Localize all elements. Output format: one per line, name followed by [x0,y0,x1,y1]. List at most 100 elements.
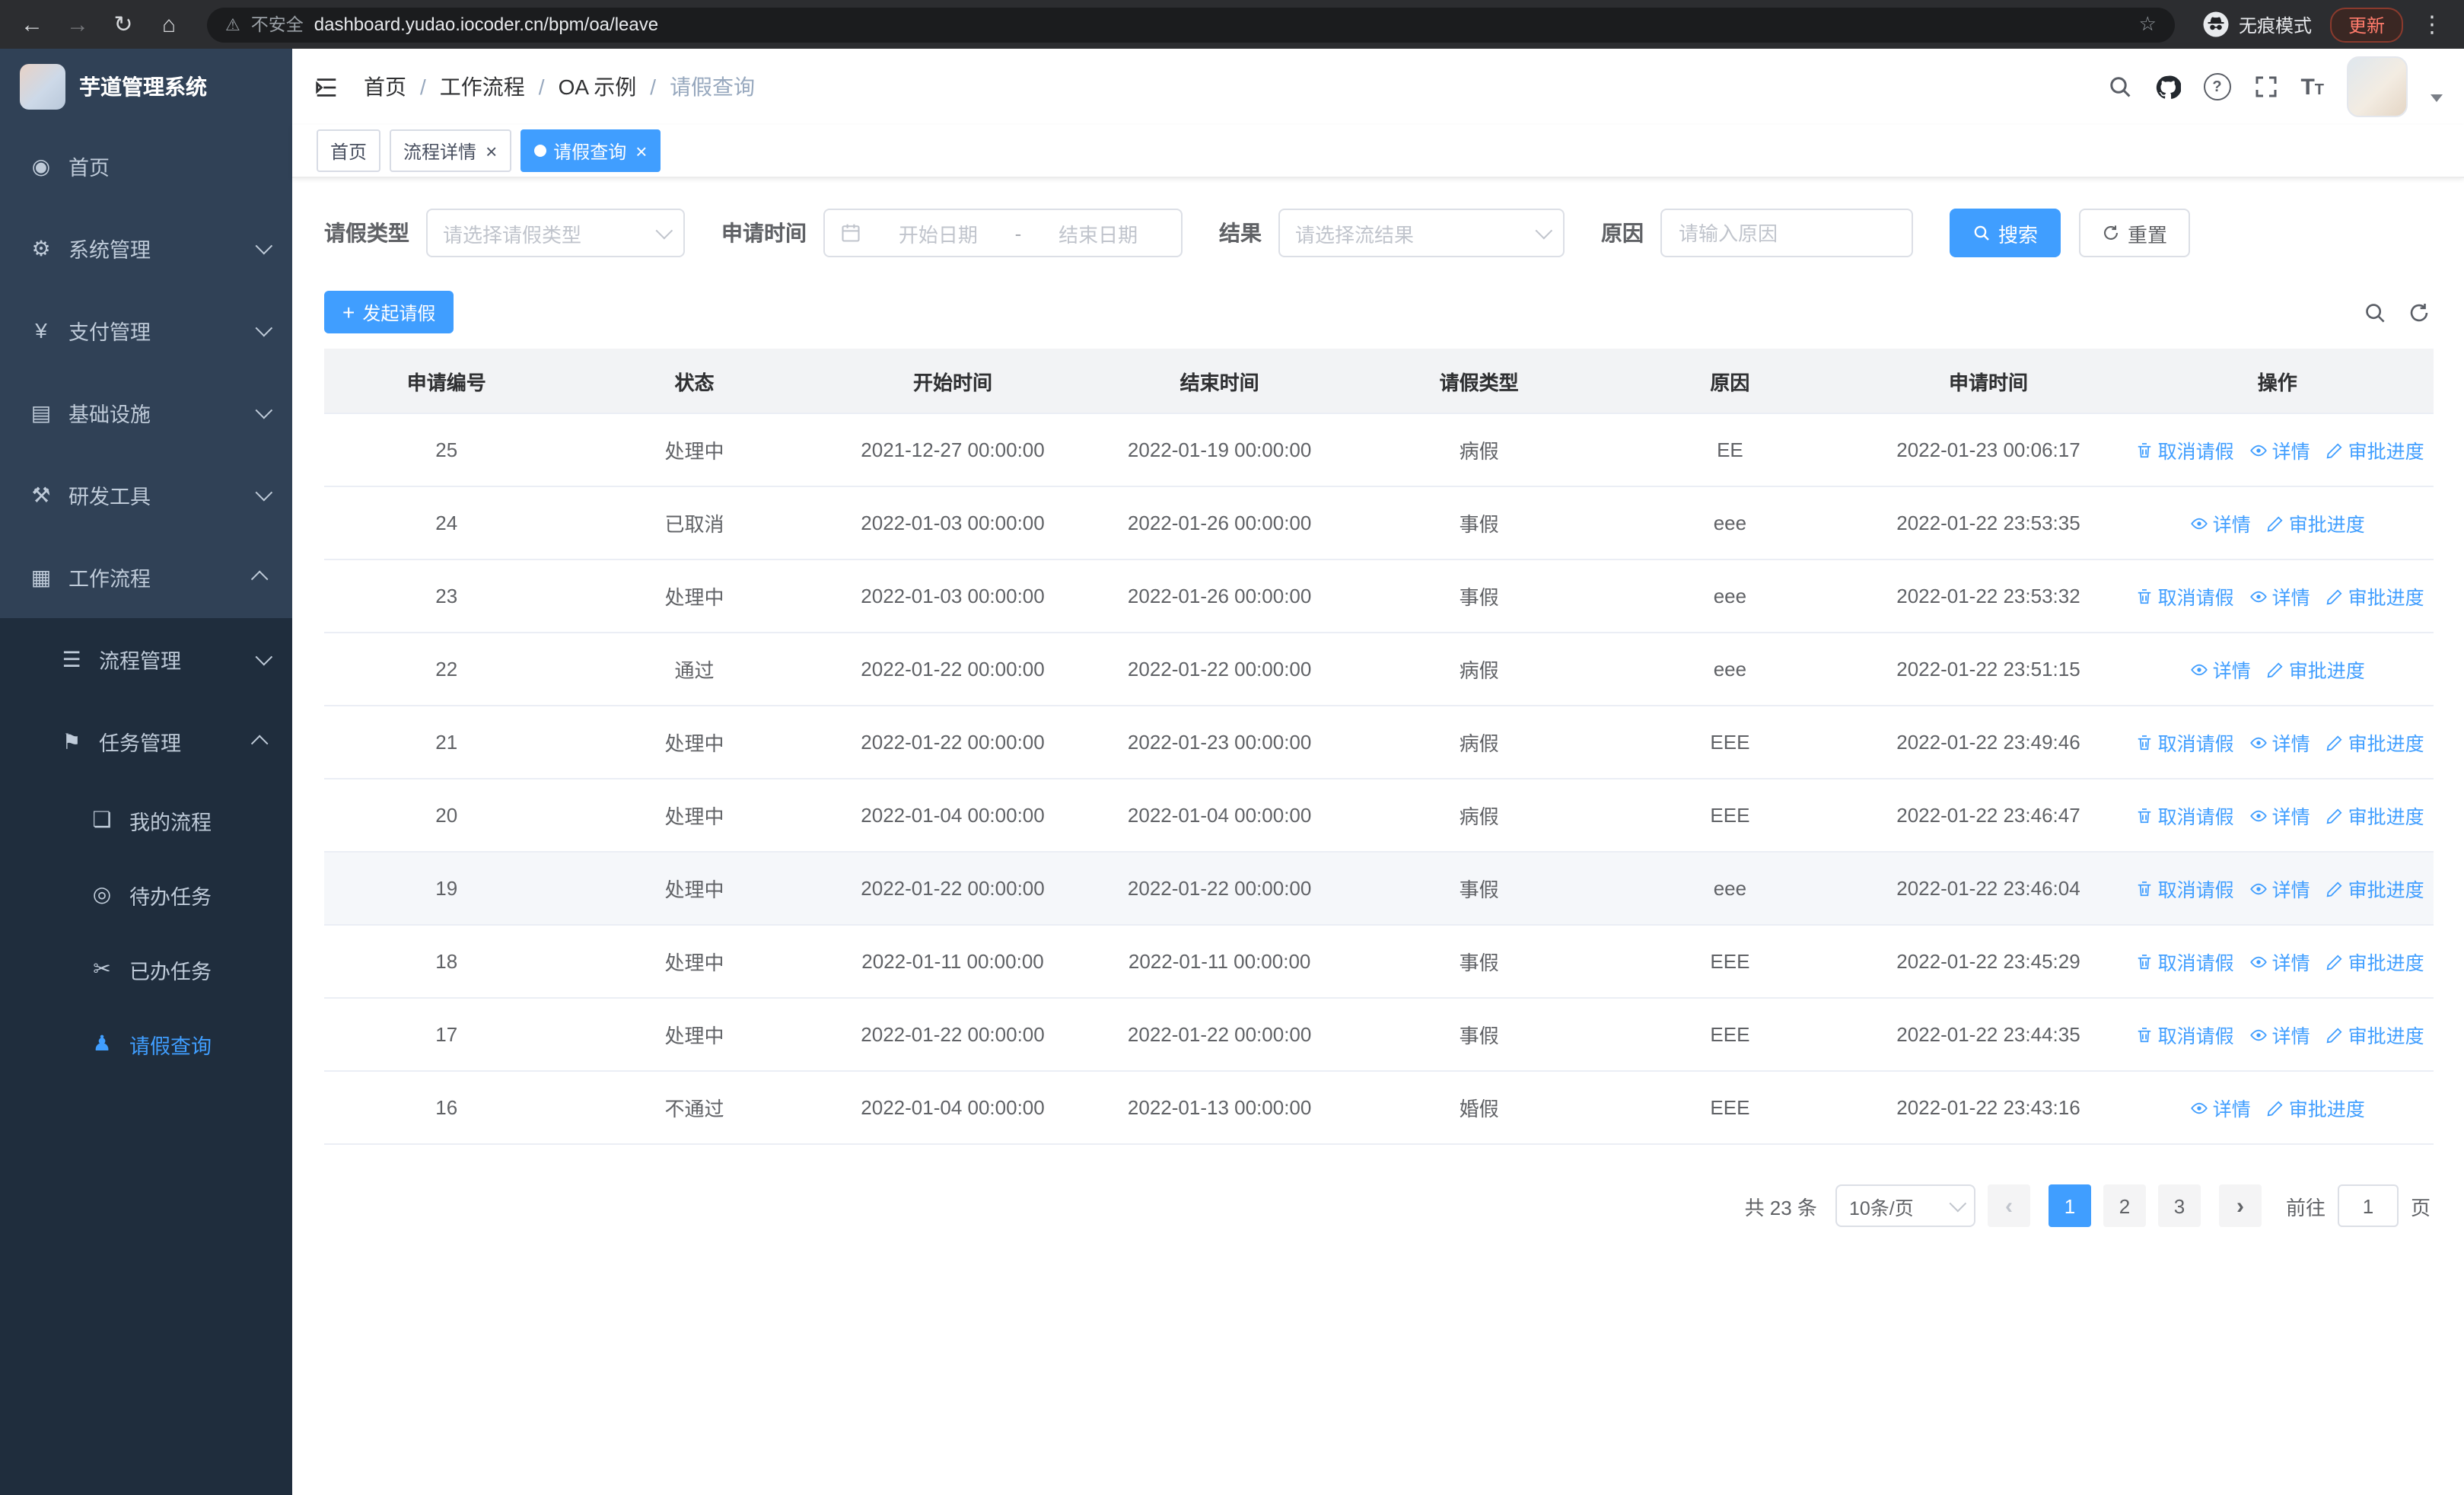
breadcrumb-item[interactable]: 工作流程 [440,72,525,102]
security-warning-icon[interactable]: ⚠ [225,14,240,34]
screen: ← → ↻ ⌂ ⚠ 不安全 dashboard.yudao.iocoder.cn… [0,0,2464,1495]
action-progress[interactable]: 审批进度 [2266,508,2365,537]
user-avatar[interactable] [2347,56,2408,117]
reload-icon[interactable]: ↻ [107,11,140,38]
goto-page-input[interactable] [2337,1184,2399,1227]
table-row: 23 处理中 2022-01-03 00:00:00 2022-01-26 00:00… [324,559,2434,633]
browser-menu-icon[interactable]: ⋮ [2415,11,2449,38]
tab-首页[interactable]: 首页 [317,129,381,172]
cell-actions: 详情 审批进度 [2121,486,2434,560]
view-icon [2190,1098,2208,1117]
action-cancel[interactable]: 取消请假 [2135,801,2234,830]
action-cancel[interactable]: 取消请假 [2135,874,2234,903]
next-page-button[interactable]: › [2218,1184,2262,1227]
action-progress[interactable]: 审批进度 [2326,947,2424,976]
tab-请假查询[interactable]: 请假查询 × [520,129,661,172]
github-icon[interactable] [2154,74,2181,100]
sidebar-item-todo-task[interactable]: ◎ 待办任务 [0,857,292,932]
action-detail[interactable]: 详情 [2249,1020,2310,1049]
back-icon[interactable]: ← [15,11,49,37]
forward-icon[interactable]: → [61,11,94,37]
action-detail[interactable]: 详情 [2249,874,2310,903]
close-icon[interactable]: × [485,141,497,161]
action-progress[interactable]: 审批进度 [2326,582,2424,610]
sidebar-item-leave-query[interactable]: ♟ 请假查询 [0,1006,292,1081]
cell-apply_time: 2022-01-22 23:46:04 [1855,852,2122,926]
action-label: 详情 [2212,661,2251,682]
update-button[interactable]: 更新 [2329,7,2403,42]
app-frame: 芋道管理系统 ◉ 首页 ⚙ 系统管理 ¥ 支付管理 ▤ 基础设施 ⚒ 研发工具 ▦ 工作流程 ☰ 流程管理… [0,49,2464,1495]
action-progress[interactable]: 审批进度 [2326,728,2424,757]
sidebar-toggle-icon[interactable] [314,74,339,100]
action-cancel[interactable]: 取消请假 [2135,947,2234,976]
page-button-2[interactable]: 2 [2103,1184,2146,1227]
action-detail[interactable]: 详情 [2249,582,2310,610]
app-logo[interactable]: 芋道管理系统 [0,49,292,125]
sidebar-item-home[interactable]: ◉ 首页 [0,125,292,207]
font-size-icon[interactable]: TT [2300,74,2324,100]
sidebar-item-done-task[interactable]: ✂ 已办任务 [0,932,292,1006]
action-progress[interactable]: 审批进度 [2266,1093,2365,1122]
breadcrumb-item[interactable]: OA 示例 [559,72,637,102]
sidebar-item-payment[interactable]: ¥ 支付管理 [0,289,292,371]
cell-leave_type: 病假 [1353,779,1605,853]
action-detail[interactable]: 详情 [2249,435,2310,464]
sidebar-item-label: 已办任务 [129,960,212,983]
result-select[interactable]: 请选择流结果 [1278,209,1565,257]
tab-流程详情[interactable]: 流程详情 × [390,129,511,172]
page-button-3[interactable]: 3 [2157,1184,2201,1227]
help-icon[interactable]: ? [2203,73,2231,100]
reset-button[interactable]: 重置 [2079,209,2191,257]
bookmark-star-icon[interactable]: ☆ [2139,12,2157,37]
caret-down-icon[interactable] [2431,94,2443,101]
sidebar-item-my-process[interactable]: ❏ 我的流程 [0,783,292,857]
action-cancel[interactable]: 取消请假 [2135,582,2234,610]
prev-page-button[interactable]: ‹ [1987,1184,2030,1227]
action-progress[interactable]: 审批进度 [2326,435,2424,464]
url-text[interactable]: dashboard.yudao.iocoder.cn/bpm/oa/leave [314,14,2128,35]
browser-home-icon[interactable]: ⌂ [152,11,186,37]
sidebar-item-system[interactable]: ⚙ 系统管理 [0,207,292,289]
apply-time-range-picker[interactable]: 开始日期 - 结束日期 [823,209,1183,257]
column-header: 开始时间 [820,349,1086,414]
action-detail[interactable]: 详情 [2249,801,2310,830]
action-progress[interactable]: 审批进度 [2326,801,2424,830]
sidebar-item-process-mgmt[interactable]: ☰ 流程管理 [0,618,292,700]
close-icon[interactable]: × [635,141,647,161]
action-progress[interactable]: 审批进度 [2326,874,2424,903]
action-progress[interactable]: 审批进度 [2326,1020,2424,1049]
leave-type-select[interactable]: 请选择请假类型 [426,209,685,257]
action-detail[interactable]: 详情 [2249,947,2310,976]
tab-label: 流程详情 [403,141,477,162]
sidebar-item-devtools[interactable]: ⚒ 研发工具 [0,454,292,536]
sidebar-item-infrastructure[interactable]: ▤ 基础设施 [0,371,292,454]
page-size-select[interactable]: 10条/页 [1835,1184,1975,1227]
action-detail[interactable]: 详情 [2190,655,2251,684]
security-warning-label[interactable]: 不安全 [251,12,304,37]
url-bar[interactable]: ⚠ 不安全 dashboard.yudao.iocoder.cn/bpm/oa/… [207,7,2175,42]
search-button[interactable]: 搜索 [1950,209,2061,257]
action-detail[interactable]: 详情 [2249,728,2310,757]
toggle-search-icon[interactable] [2364,301,2386,324]
breadcrumb-item[interactable]: 首页 [364,72,406,102]
sidebar-item-workflow[interactable]: ▦ 工作流程 [0,536,292,618]
action-cancel[interactable]: 取消请假 [2135,1020,2234,1049]
table-row: 20 处理中 2022-01-04 00:00:00 2022-01-04 00:00… [324,779,2434,853]
sidebar-item-label: 支付管理 [68,321,151,344]
briefcase-icon: ▦ [30,564,52,588]
action-cancel[interactable]: 取消请假 [2135,435,2234,464]
page-button-1[interactable]: 1 [2048,1184,2091,1227]
cell-status: 处理中 [568,413,820,487]
action-progress[interactable]: 审批进度 [2266,655,2365,684]
action-detail[interactable]: 详情 [2190,1093,2251,1122]
edit-icon [2266,514,2284,532]
search-icon[interactable] [2107,75,2131,99]
action-cancel[interactable]: 取消请假 [2135,728,2234,757]
sidebar-item-task-mgmt[interactable]: ⚑ 任务管理 [0,700,292,783]
refresh-icon[interactable] [2408,301,2431,324]
create-leave-button[interactable]: + 发起请假 [324,291,454,333]
reason-input[interactable] [1660,209,1913,257]
action-detail[interactable]: 详情 [2190,508,2251,537]
fullscreen-icon[interactable] [2253,75,2278,99]
start-date-placeholder: 开始日期 [898,223,978,246]
